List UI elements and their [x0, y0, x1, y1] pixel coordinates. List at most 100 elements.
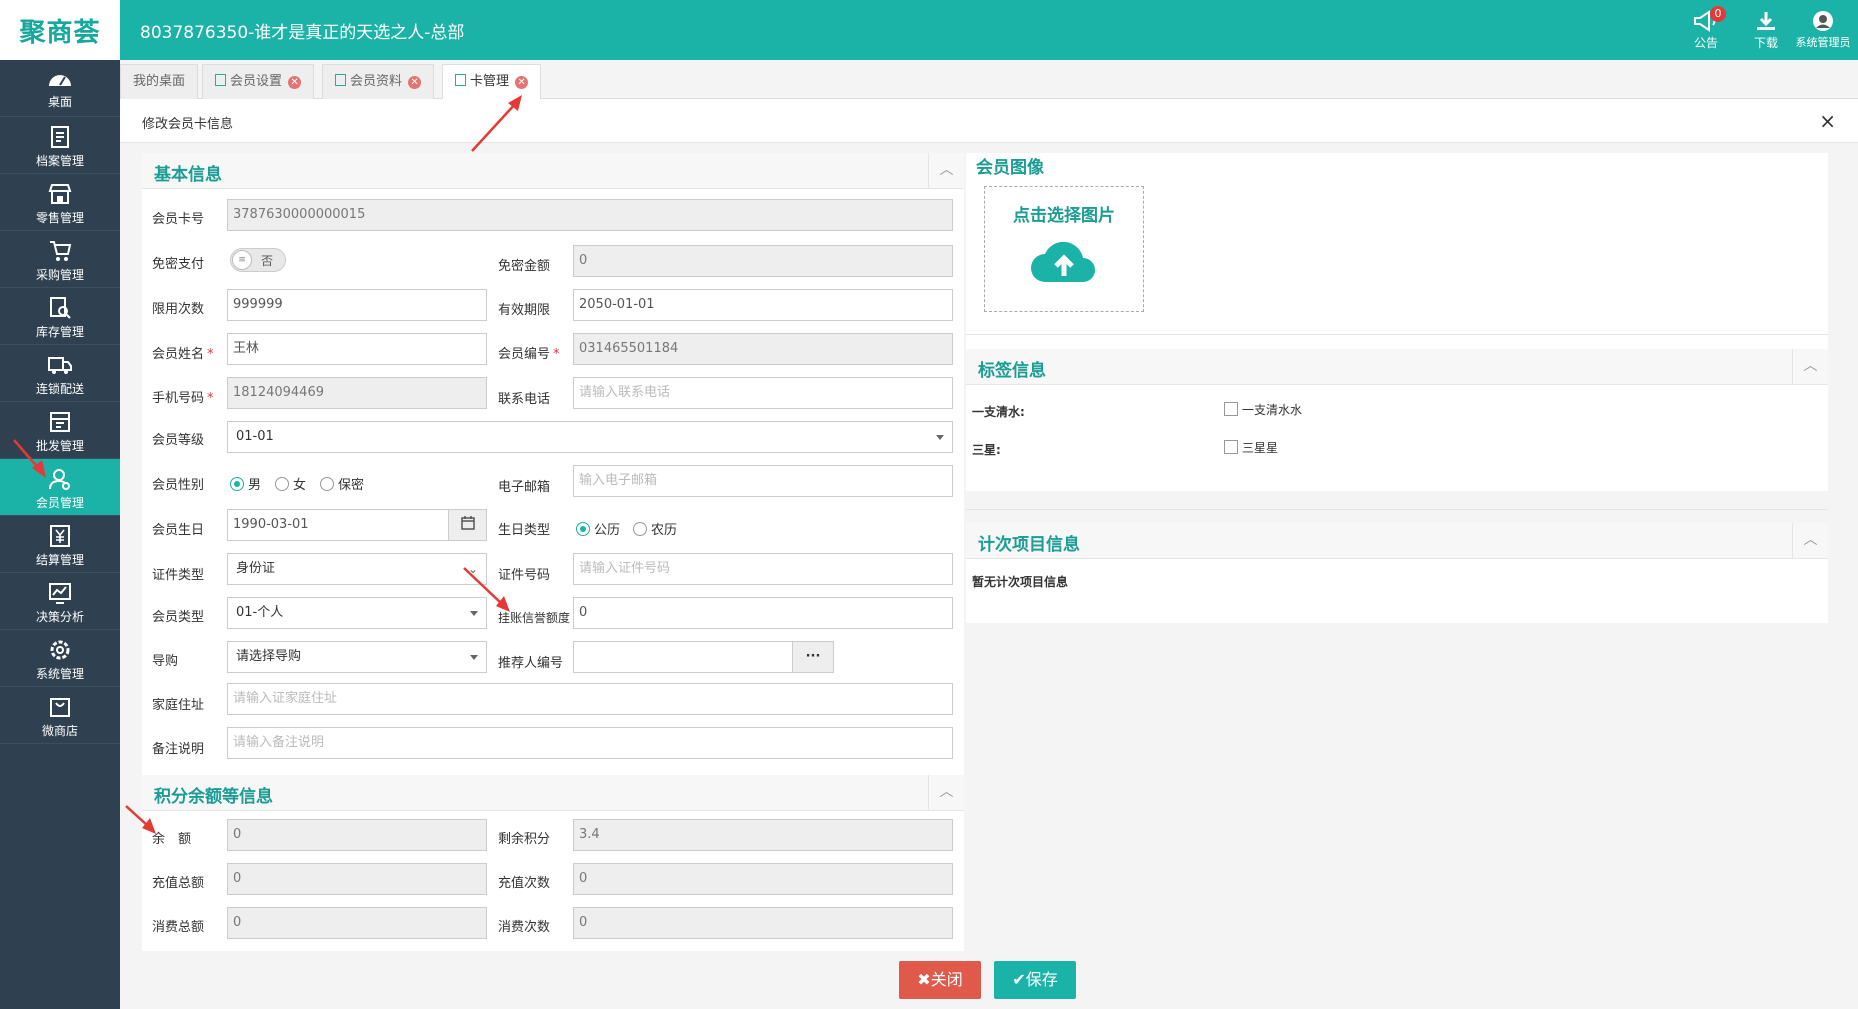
required-mark: *: [207, 347, 214, 362]
referrer-browse-button[interactable]: ···: [792, 641, 834, 673]
birth-type-label: 生日类型: [498, 523, 551, 538]
user-menu[interactable]: 系统管理员: [1788, 8, 1858, 54]
gender-radio-secret[interactable]: 保密: [320, 474, 364, 493]
close-tab-icon[interactable]: ✕: [408, 76, 422, 89]
gender-radio-male[interactable]: 男: [230, 474, 261, 493]
sidebar-item-analysis[interactable]: 决策分析: [0, 573, 120, 630]
notice-label: 公告: [1693, 36, 1718, 50]
radio-dot-icon: [230, 477, 244, 491]
free-amount-label: 免密金额: [498, 259, 551, 274]
consume-total-input[interactable]: 0: [227, 907, 487, 939]
tag-checkbox[interactable]: 三星星: [1224, 439, 1278, 456]
balance-input[interactable]: 0: [227, 819, 487, 851]
expiry-input[interactable]: 2050-01-01: [573, 289, 953, 321]
free-pay-toggle[interactable]: ≡ 否: [230, 248, 286, 272]
save-button[interactable]: ✔保存: [994, 961, 1076, 999]
member-no-input[interactable]: 031465501184: [573, 333, 953, 365]
notice-button[interactable]: 0 公告: [1676, 6, 1736, 54]
close-tab-icon[interactable]: ✕: [288, 76, 302, 89]
remark-input[interactable]: 请输入备注说明: [227, 727, 953, 759]
name-label-text: 会员姓名: [152, 347, 205, 362]
download-button[interactable]: 下载: [1736, 8, 1796, 54]
phone-label: 联系电话: [498, 392, 551, 407]
close-button[interactable]: ✖关闭: [899, 961, 981, 999]
recharge-total-input[interactable]: 0: [227, 863, 487, 895]
member-type-value: 01-个人: [236, 605, 284, 620]
toggle-knob-icon: ≡: [232, 250, 252, 270]
guide-select[interactable]: 请选择导购: [227, 641, 487, 673]
toggle-text: 否: [261, 254, 274, 268]
name-input[interactable]: 王林: [227, 333, 487, 365]
collapse-icon[interactable]: ︿: [928, 153, 964, 188]
limit-times-input[interactable]: 999999: [227, 289, 487, 321]
truck-icon: [48, 357, 72, 374]
birth-type-lunar[interactable]: 农历: [633, 519, 677, 538]
avatar-icon: [1813, 11, 1833, 31]
address-input[interactable]: 请输入证家庭住址: [227, 683, 953, 715]
tab-member-profile[interactable]: 会员资料 ✕: [322, 64, 435, 99]
tag-row-label: 三星:: [972, 443, 1001, 457]
section-title: 基本信息: [154, 165, 222, 185]
points-section-header: 积分余额等信息 ︿: [142, 775, 964, 811]
sidebar-item-desktop[interactable]: 桌面: [0, 60, 120, 117]
content-header: 修改会员卡信息 ×: [120, 99, 1858, 143]
store-icon: [48, 184, 72, 204]
consume-total-label: 消费总额: [152, 920, 205, 935]
member-type-select[interactable]: 01-个人: [227, 597, 487, 629]
section-title: 积分余额等信息: [154, 787, 273, 807]
close-tab-icon[interactable]: ✕: [515, 76, 529, 89]
birthday-label: 会员生日: [152, 523, 205, 538]
id-type-select[interactable]: 身份证 ⌄: [227, 553, 487, 585]
collapse-icon[interactable]: ︿: [928, 775, 964, 810]
recharge-count-input[interactable]: 0: [573, 863, 953, 895]
tag-row-label: 一支清水:: [972, 405, 1025, 419]
sidebar-item-settlement[interactable]: 结算管理: [0, 516, 120, 573]
count-items-empty: 暂无计次项目信息: [972, 575, 1069, 589]
sidebar-item-purchase[interactable]: 采购管理: [0, 231, 120, 288]
card-no-input[interactable]: 3787630000000015: [227, 199, 953, 231]
sidebar-label: 零售管理: [35, 211, 84, 225]
name-label: 会员姓名 *: [152, 343, 214, 362]
collapse-icon[interactable]: ︿: [1792, 349, 1828, 384]
sidebar-label: 微商店: [41, 724, 78, 738]
remaining-points-input[interactable]: 3.4: [573, 819, 953, 851]
credit-input[interactable]: 0: [573, 597, 953, 629]
calendar-button[interactable]: [448, 509, 487, 541]
free-amount-input[interactable]: 0: [573, 245, 953, 277]
sidebar-item-delivery[interactable]: 连锁配送: [0, 345, 120, 402]
annotation-arrow-icon: [125, 805, 156, 834]
sidebar-item-archive[interactable]: 档案管理: [0, 117, 120, 174]
id-no-input[interactable]: 请输入证件号码: [573, 553, 953, 585]
close-icon[interactable]: ×: [1819, 109, 1836, 133]
gender-radio-female[interactable]: 女: [275, 474, 306, 493]
sidebar-item-system[interactable]: 系统管理: [0, 630, 120, 687]
notice-count-badge: 0: [1710, 6, 1726, 22]
tab-bar: 我的桌面 会员设置 ✕ 会员资料 ✕ 卡管理 ✕: [120, 60, 1858, 100]
section-title: 计次项目信息: [978, 535, 1080, 555]
annotation-arrow-icon: [471, 95, 522, 152]
mobile-input[interactable]: 18124094469: [227, 377, 487, 409]
gear-icon: [50, 640, 70, 660]
count-items-section-header: 计次项目信息 ︿: [966, 523, 1828, 559]
consume-count-input[interactable]: 0: [573, 907, 953, 939]
limit-times-label: 限用次数: [152, 302, 205, 317]
tag-checkbox[interactable]: 一支清水水: [1224, 401, 1302, 418]
referrer-input[interactable]: [573, 641, 793, 673]
sidebar-item-microstore[interactable]: 微商店: [0, 687, 120, 744]
email-input[interactable]: 输入电子邮箱: [573, 465, 953, 497]
top-header: 聚商荟 8037876350-谁才是真正的天选之人-总部 0 公告 下载 系统管…: [0, 0, 1858, 60]
level-select[interactable]: 01-01: [227, 421, 953, 453]
collapse-icon[interactable]: ︿: [1792, 523, 1828, 558]
sidebar-item-inventory[interactable]: 库存管理: [0, 288, 120, 345]
required-mark: *: [553, 347, 560, 362]
image-upload-box[interactable]: 点击选择图片: [984, 186, 1144, 312]
birth-type-solar[interactable]: 公历: [576, 519, 620, 538]
logo[interactable]: 聚商荟: [0, 0, 120, 60]
caret-down-icon: [936, 435, 944, 440]
tab-my-desktop[interactable]: 我的桌面: [120, 64, 199, 99]
phone-input[interactable]: 请输入联系电话: [573, 377, 953, 409]
tab-member-settings[interactable]: 会员设置 ✕: [202, 64, 315, 99]
radio-dot-icon: [576, 522, 590, 536]
id-type-label: 证件类型: [152, 568, 205, 583]
sidebar-item-retail[interactable]: 零售管理: [0, 174, 120, 231]
